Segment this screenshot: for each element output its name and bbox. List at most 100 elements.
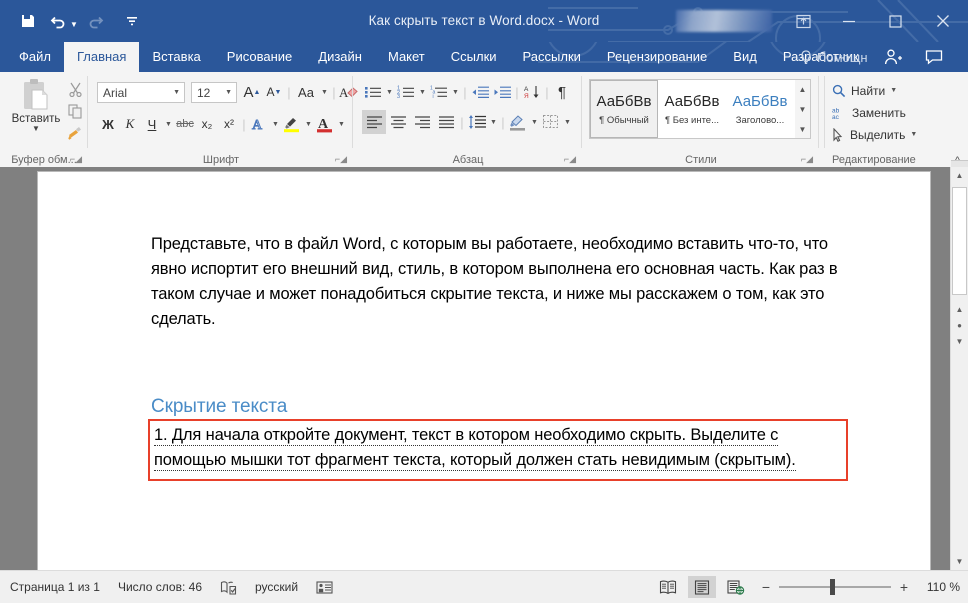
- vertical-scrollbar[interactable]: ▲ ▼: [950, 167, 968, 570]
- account-icon[interactable]: [884, 42, 902, 72]
- accessibility-icon[interactable]: [316, 580, 333, 595]
- zoom-thumb[interactable]: [830, 579, 835, 595]
- shading-icon[interactable]: [507, 110, 529, 134]
- comments-icon[interactable]: [925, 42, 943, 72]
- zoom-track[interactable]: [779, 579, 891, 595]
- shading-dropdown-icon[interactable]: ▼: [529, 110, 540, 134]
- decrease-indent-icon[interactable]: [469, 80, 491, 104]
- bold-button[interactable]: Ж: [97, 112, 119, 136]
- previous-page-icon[interactable]: ▲: [956, 305, 964, 314]
- underline-button[interactable]: Ч: [141, 112, 163, 136]
- select-dropdown-icon[interactable]: ▼: [910, 131, 917, 138]
- paste-dropdown-icon[interactable]: ▼: [32, 124, 40, 133]
- customize-qat-icon[interactable]: [118, 8, 146, 34]
- line-spacing-icon[interactable]: [466, 110, 488, 134]
- sort-icon[interactable]: АЯ: [521, 80, 543, 104]
- document-page[interactable]: Представьте, что в файл Word, с которым …: [38, 172, 930, 570]
- tab-home[interactable]: Главная: [63, 42, 140, 72]
- shrink-font-icon[interactable]: A ▼: [263, 80, 285, 104]
- undo-dropdown-icon[interactable]: ▼: [70, 14, 78, 29]
- page-navigation-buttons[interactable]: ▲ ● ▼: [951, 300, 968, 350]
- font-color-icon[interactable]: A: [314, 112, 336, 136]
- ribbon-options-icon[interactable]: [780, 0, 826, 42]
- text-effects-icon[interactable]: A: [248, 112, 270, 136]
- proofing-icon[interactable]: [220, 580, 237, 595]
- show-formatting-marks-icon[interactable]: ¶: [551, 80, 573, 104]
- bullets-icon[interactable]: [362, 80, 384, 104]
- tab-mailings[interactable]: Рассылки: [510, 42, 594, 72]
- font-color-dropdown-icon[interactable]: ▼: [336, 112, 347, 136]
- text-effects-dropdown-icon[interactable]: ▼: [270, 112, 281, 136]
- multilevel-list-icon[interactable]: 1ai: [428, 80, 450, 104]
- superscript-button[interactable]: x²: [218, 112, 240, 136]
- strikethrough-button[interactable]: abc: [174, 112, 196, 136]
- increase-indent-icon[interactable]: [491, 80, 513, 104]
- tab-layout[interactable]: Макет: [375, 42, 438, 72]
- word-count[interactable]: Число слов: 46: [118, 580, 202, 594]
- borders-icon[interactable]: [540, 110, 562, 134]
- highlight-dropdown-icon[interactable]: ▼: [303, 112, 314, 136]
- underline-dropdown-icon[interactable]: ▼: [163, 112, 174, 136]
- font-size-dropdown-icon[interactable]: ▼: [225, 89, 232, 96]
- font-dialog-launcher[interactable]: ⌐◢: [335, 154, 347, 165]
- zoom-slider[interactable]: − +: [760, 579, 910, 595]
- find-dropdown-icon[interactable]: ▼: [890, 87, 897, 94]
- bullets-dropdown-icon[interactable]: ▼: [384, 80, 395, 104]
- language-indicator[interactable]: русский: [255, 580, 298, 594]
- paste-button[interactable]: Вставить ▼: [8, 78, 64, 144]
- align-left-icon[interactable]: [362, 110, 386, 134]
- page-indicator[interactable]: Страница 1 из 1: [10, 580, 100, 594]
- tab-view[interactable]: Вид: [720, 42, 770, 72]
- clipboard-dialog-launcher[interactable]: ⌐◢: [70, 154, 82, 165]
- borders-dropdown-icon[interactable]: ▼: [562, 110, 573, 134]
- save-icon[interactable]: [14, 8, 42, 34]
- zoom-in-button[interactable]: +: [898, 579, 910, 595]
- style-heading1[interactable]: АаБбВв Заголово...: [726, 80, 794, 138]
- italic-button[interactable]: К: [119, 112, 141, 136]
- styles-scroll-up-icon[interactable]: ▲: [799, 80, 807, 98]
- find-button[interactable]: Найти ▼: [832, 80, 897, 101]
- styles-scroll-down-icon[interactable]: ▼: [799, 100, 807, 118]
- copy-icon[interactable]: [64, 100, 86, 122]
- select-button[interactable]: Выделить ▼: [832, 124, 917, 145]
- scrollbar-thumb[interactable]: [952, 187, 967, 295]
- next-page-icon[interactable]: ▼: [956, 337, 964, 346]
- tab-file[interactable]: Файл: [6, 42, 64, 72]
- tab-review[interactable]: Рецензирование: [594, 42, 720, 72]
- subscript-button[interactable]: x₂: [196, 112, 218, 136]
- minimize-icon[interactable]: [826, 0, 872, 42]
- browse-object-icon[interactable]: ●: [957, 321, 962, 330]
- font-name-dropdown-icon[interactable]: ▼: [173, 89, 180, 96]
- format-painter-icon[interactable]: [64, 122, 86, 144]
- line-spacing-dropdown-icon[interactable]: ▼: [488, 110, 499, 134]
- replace-button[interactable]: ab ac Заменить: [832, 102, 906, 123]
- styles-more-icon[interactable]: ▼: [799, 120, 807, 138]
- align-right-icon[interactable]: [410, 110, 434, 134]
- tab-insert[interactable]: Вставка: [139, 42, 213, 72]
- tell-me-box[interactable]: Помощн: [800, 42, 868, 72]
- style-normal[interactable]: АаБбВв ¶ Обычный: [590, 80, 658, 138]
- scroll-up-icon[interactable]: ▲: [951, 167, 968, 184]
- multilevel-dropdown-icon[interactable]: ▼: [450, 80, 461, 104]
- cut-icon[interactable]: [64, 78, 86, 100]
- align-center-icon[interactable]: [386, 110, 410, 134]
- read-mode-icon[interactable]: [654, 576, 682, 598]
- zoom-level[interactable]: 110 %: [916, 580, 960, 594]
- font-size-input[interactable]: 12 ▼: [191, 82, 237, 103]
- highlight-color-icon[interactable]: [281, 112, 303, 136]
- web-layout-icon[interactable]: [722, 576, 750, 598]
- change-case-icon[interactable]: Aa: [293, 80, 319, 104]
- numbering-icon[interactable]: 123: [395, 80, 417, 104]
- document-body[interactable]: Представьте, что в файл Word, с которым …: [151, 232, 861, 332]
- paragraph-dialog-launcher[interactable]: ⌐◢: [564, 154, 576, 165]
- redo-icon[interactable]: [82, 8, 110, 34]
- grow-font-icon[interactable]: A ▲: [241, 80, 263, 104]
- tab-design[interactable]: Дизайн: [305, 42, 375, 72]
- maximize-icon[interactable]: [872, 0, 918, 42]
- styles-dialog-launcher[interactable]: ⌐◢: [801, 154, 813, 165]
- change-case-dropdown-icon[interactable]: ▼: [319, 80, 330, 104]
- close-icon[interactable]: [918, 0, 968, 42]
- font-name-input[interactable]: Arial ▼: [97, 82, 185, 103]
- tab-references[interactable]: Ссылки: [438, 42, 510, 72]
- undo-icon[interactable]: [44, 8, 72, 34]
